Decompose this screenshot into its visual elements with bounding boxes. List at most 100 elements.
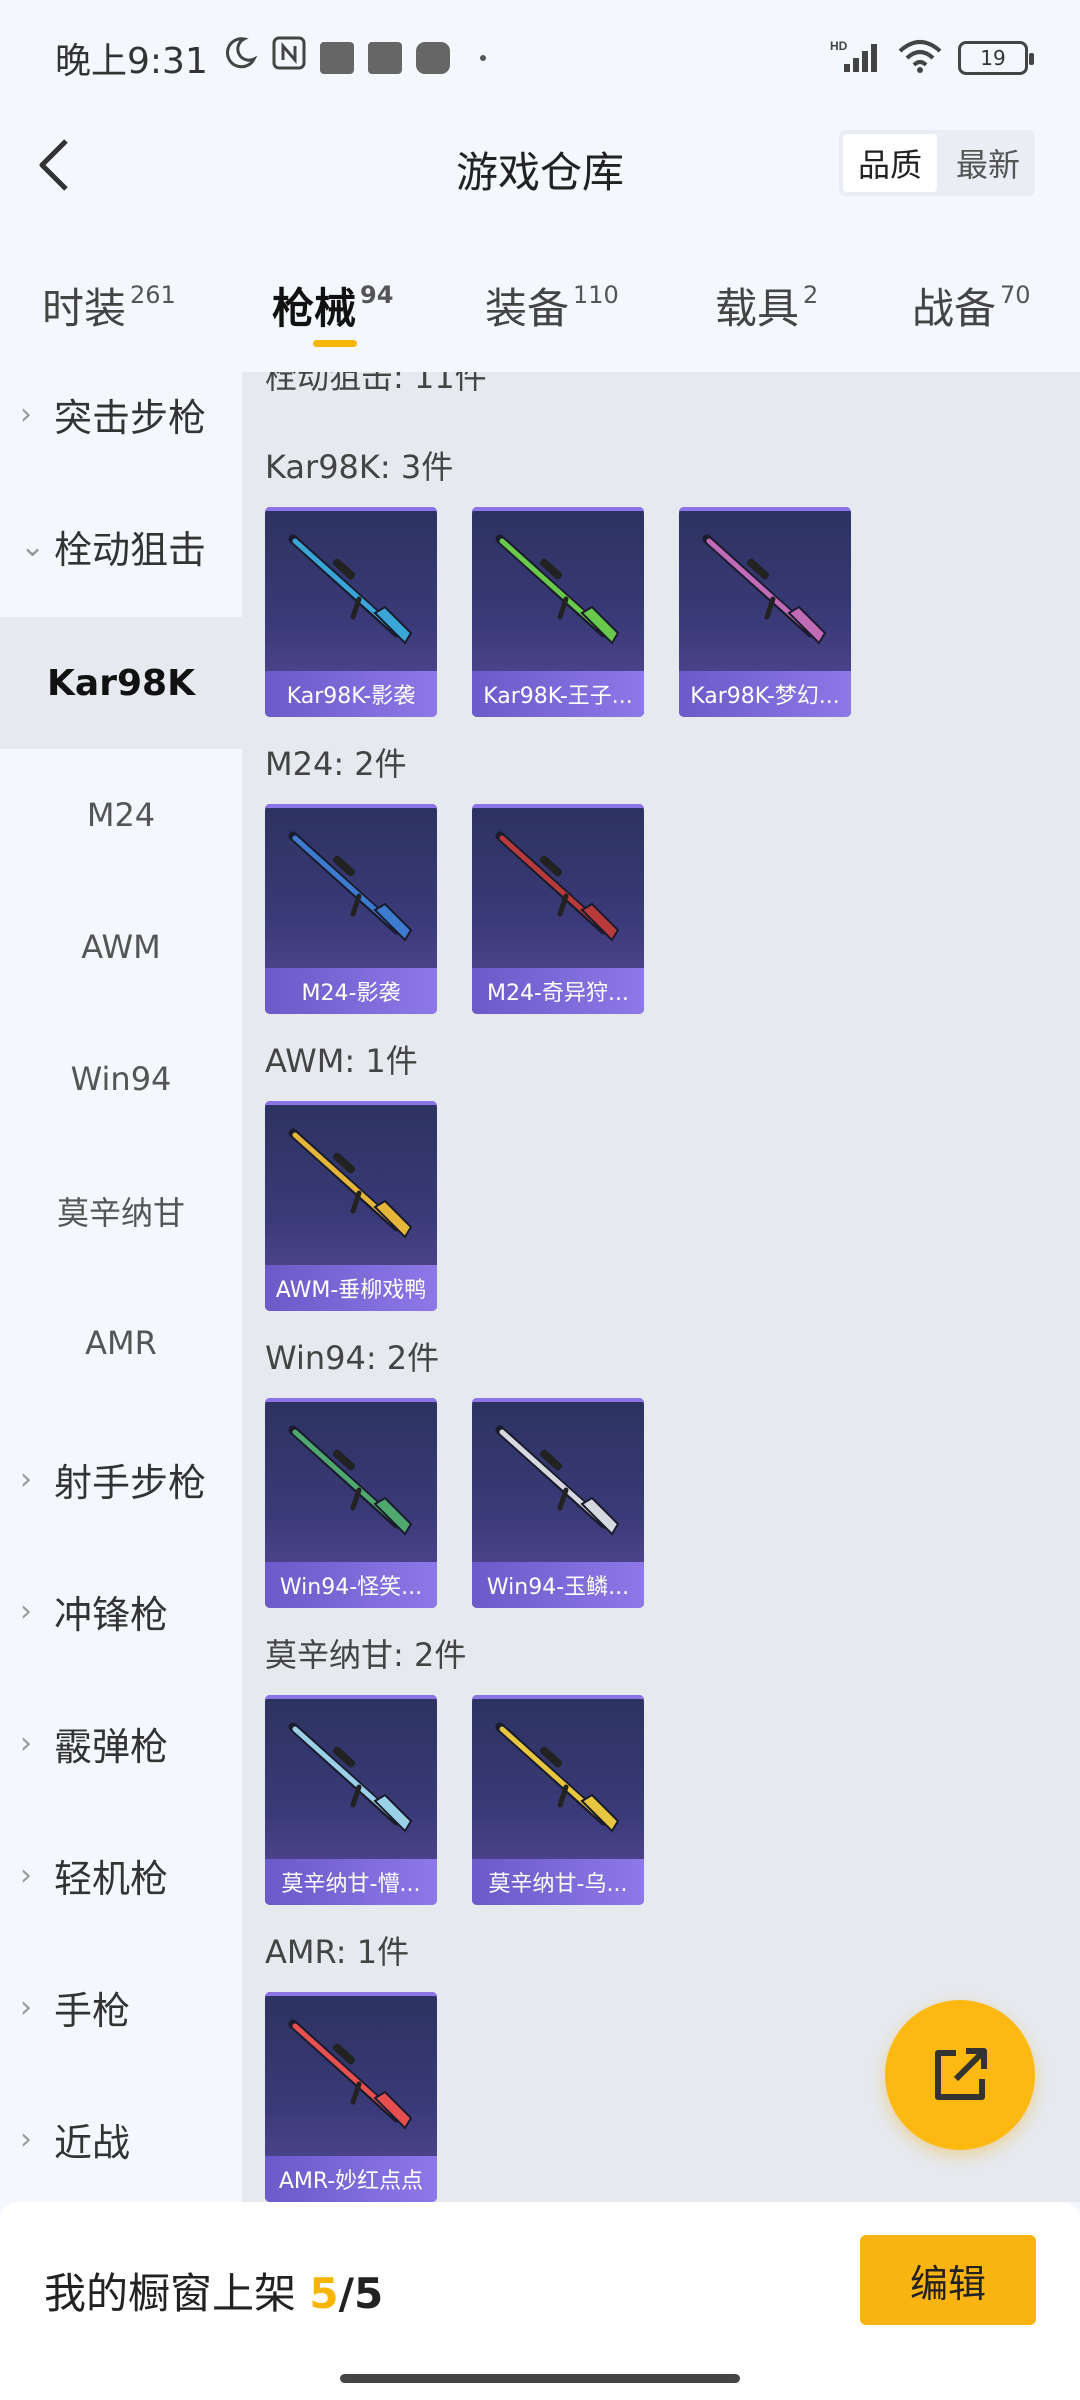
showcase-count: 5 bbox=[309, 2269, 339, 2318]
sidebar-item-lmg[interactable]: › 轻机枪 bbox=[0, 1809, 242, 1941]
item-card[interactable]: M24-影袭 bbox=[265, 804, 437, 1014]
sidebar-sub-amr[interactable]: AMR bbox=[0, 1277, 242, 1409]
rifle-icon bbox=[495, 534, 620, 645]
item-card[interactable]: AMR-妙红点点 bbox=[265, 1992, 437, 2202]
tab-label: 时装 bbox=[42, 284, 127, 333]
item-card[interactable]: M24-奇异狩... bbox=[472, 804, 644, 1014]
item-card[interactable]: AWM-垂柳戏鸭 bbox=[265, 1101, 437, 1311]
rifle-icon bbox=[288, 831, 413, 942]
showcase-label: 我的橱窗上架 bbox=[44, 2269, 297, 2318]
tab-count: 110 bbox=[573, 281, 619, 309]
item-name: AWM-垂柳戏鸭 bbox=[265, 1265, 437, 1311]
item-name: 莫辛纳甘-乌... bbox=[472, 1859, 644, 1905]
tab-supplies[interactable]: 战备 70 bbox=[912, 275, 1031, 336]
sidebar-item-melee[interactable]: › 近战 bbox=[0, 2073, 242, 2205]
sort-latest-button[interactable]: 最新 bbox=[941, 130, 1035, 196]
item-name: Kar98K-王子... bbox=[472, 671, 644, 717]
item-name: M24-影袭 bbox=[265, 968, 437, 1014]
chevron-right-icon: › bbox=[20, 1593, 32, 1629]
item-card[interactable]: Win94-怪笑... bbox=[265, 1398, 437, 1608]
sidebar-item-label: 栓动狙击 bbox=[54, 527, 207, 572]
showcase-total: 5 bbox=[353, 2269, 384, 2318]
item-name: Win94-怪笑... bbox=[265, 1562, 437, 1608]
chevron-down-icon: ⌄ bbox=[20, 528, 46, 564]
top-bar: 游戏仓库 品质 最新 bbox=[0, 115, 1080, 215]
sidebar-item-label: 手枪 bbox=[54, 1988, 131, 2033]
tab-label: 枪械 bbox=[272, 284, 357, 333]
share-fab-button[interactable] bbox=[885, 2000, 1035, 2150]
item-card[interactable]: 莫辛纳甘-乌... bbox=[472, 1695, 644, 1905]
rifle-icon bbox=[495, 1425, 620, 1536]
chevron-right-icon: › bbox=[20, 2121, 32, 2157]
tab-count: 70 bbox=[1000, 281, 1031, 309]
edit-button[interactable]: 编辑 bbox=[860, 2235, 1036, 2325]
home-indicator[interactable] bbox=[340, 2374, 740, 2383]
tab-count: 2 bbox=[803, 281, 819, 309]
status-time: 晚上9:31 bbox=[55, 40, 208, 82]
sidebar-sub-m24[interactable]: M24 bbox=[0, 749, 242, 881]
item-card[interactable]: Kar98K-王子... bbox=[472, 507, 644, 717]
item-name: Win94-玉鳞... bbox=[472, 1562, 644, 1608]
showcase-status: 我的橱窗上架 5/5 bbox=[44, 2260, 383, 2321]
sidebar-item-label: 轻机枪 bbox=[54, 1856, 169, 1901]
active-tab-indicator bbox=[313, 340, 357, 347]
svg-text:HD: HD bbox=[830, 39, 848, 53]
item-grid-panel[interactable]: 栓动狙击: 11件 Kar98K: 3件 Kar98K-影袭 Kar98K-王子… bbox=[242, 372, 1080, 2202]
sidebar: › 突击步枪 ⌄ 栓动狙击 Kar98K M24 AWM Win94 莫辛纳甘 AM… bbox=[0, 372, 242, 2202]
nfc-icon bbox=[272, 36, 306, 79]
chevron-right-icon: › bbox=[20, 1725, 32, 1761]
sort-quality-button[interactable]: 品质 bbox=[842, 134, 937, 192]
item-name: Kar98K-影袭 bbox=[265, 671, 437, 717]
group-title-partial: 栓动狙击: 11件 bbox=[265, 372, 487, 396]
notification-icon bbox=[367, 41, 402, 74]
tab-count: 94 bbox=[360, 281, 394, 309]
chevron-right-icon: › bbox=[20, 396, 32, 432]
rifle-icon bbox=[288, 1722, 413, 1833]
sidebar-sub-win94[interactable]: Win94 bbox=[0, 1013, 242, 1145]
status-bar: 晚上9:31 HD 19 bbox=[0, 0, 1080, 115]
tab-count: 261 bbox=[130, 281, 176, 309]
sort-toggle: 品质 最新 bbox=[838, 130, 1035, 196]
external-link-icon bbox=[935, 2048, 987, 2100]
battery-icon: 19 bbox=[958, 40, 1034, 75]
sidebar-item-assault-rifle[interactable]: › 突击步枪 bbox=[0, 348, 242, 480]
tab-label: 战备 bbox=[912, 284, 997, 333]
bottom-bar: 我的橱窗上架 5/5 编辑 bbox=[0, 2202, 1080, 2400]
sidebar-item-smg[interactable]: › 冲锋枪 bbox=[0, 1545, 242, 1677]
tab-fashion[interactable]: 时装 261 bbox=[42, 275, 176, 336]
sidebar-sub-kar98k[interactable]: Kar98K bbox=[0, 617, 242, 749]
tab-label: 载具 bbox=[715, 284, 800, 333]
rifle-icon bbox=[495, 831, 620, 942]
item-card[interactable]: Kar98K-影袭 bbox=[265, 507, 437, 717]
sidebar-item-label: 突击步枪 bbox=[54, 395, 207, 440]
tab-guns[interactable]: 枪械 94 bbox=[272, 275, 393, 336]
notification-icon bbox=[415, 41, 450, 74]
more-notifications-dot bbox=[479, 54, 486, 61]
tab-label: 装备 bbox=[485, 284, 570, 333]
battery-level: 19 bbox=[980, 45, 1006, 70]
chevron-right-icon: › bbox=[20, 1461, 32, 1497]
rifle-icon bbox=[495, 1722, 620, 1833]
item-card[interactable]: Kar98K-梦幻... bbox=[679, 507, 851, 717]
sidebar-item-shotgun[interactable]: › 霰弹枪 bbox=[0, 1677, 242, 1809]
tab-equipment[interactable]: 装备 110 bbox=[485, 275, 619, 336]
sidebar-sub-mosin[interactable]: 莫辛纳甘 bbox=[0, 1145, 242, 1277]
wifi-icon bbox=[898, 39, 942, 77]
item-name: AMR-妙红点点 bbox=[265, 2156, 437, 2202]
sidebar-item-pistol[interactable]: › 手枪 bbox=[0, 1941, 242, 2073]
sidebar-item-dmr[interactable]: › 射手步枪 bbox=[0, 1413, 242, 1545]
group-title-kar98k: Kar98K: 3件 bbox=[265, 448, 454, 486]
rifle-icon bbox=[702, 534, 827, 645]
group-title-mosin: 莫辛纳甘: 2件 bbox=[265, 1636, 467, 1674]
item-card[interactable]: 莫辛纳甘-懵... bbox=[265, 1695, 437, 1905]
rifle-icon bbox=[288, 1128, 413, 1239]
group-title-amr: AMR: 1件 bbox=[265, 1933, 410, 1971]
item-card[interactable]: Win94-玉鳞... bbox=[472, 1398, 644, 1608]
tab-vehicles[interactable]: 载具 2 bbox=[715, 275, 818, 336]
sidebar-item-bolt-sniper[interactable]: ⌄ 栓动狙击 bbox=[0, 480, 242, 612]
chevron-right-icon: › bbox=[20, 1989, 32, 2025]
showcase-slash: / bbox=[338, 2269, 354, 2318]
rifle-icon bbox=[288, 2019, 413, 2130]
sidebar-item-label: 射手步枪 bbox=[54, 1460, 207, 1505]
sidebar-sub-awm[interactable]: AWM bbox=[0, 881, 242, 1013]
